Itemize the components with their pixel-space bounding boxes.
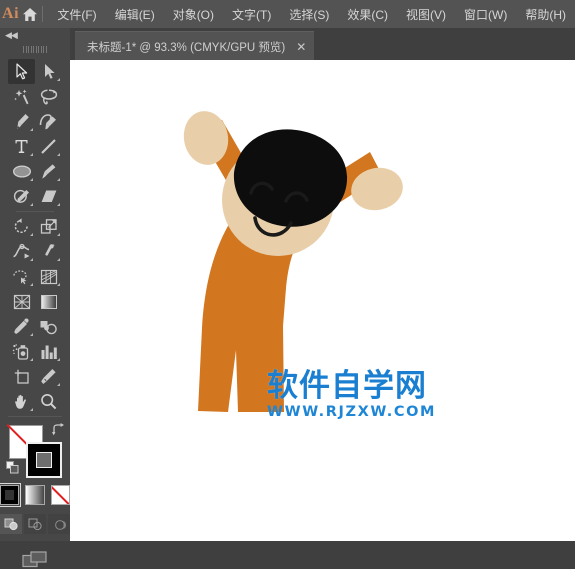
menu-file[interactable]: 文件(F) [48, 3, 105, 26]
cheering-person-illustration[interactable] [70, 60, 575, 541]
tab-strip: 未标题-1* @ 93.3% (CMYK/GPU 预览) ✕ [70, 28, 575, 61]
direct-selection-tool[interactable] [35, 59, 62, 84]
menu-window[interactable]: 窗口(W) [455, 3, 516, 26]
paintbrush-tool[interactable] [35, 159, 62, 184]
shape-builder-tool[interactable] [8, 264, 35, 289]
tool-flyout-indicator [57, 178, 60, 181]
fill-stroke-controls [0, 421, 70, 483]
tool-flyout-indicator [30, 358, 33, 361]
scale-tool[interactable] [35, 214, 62, 239]
free-transform-tool[interactable] [35, 239, 62, 264]
hand-tool[interactable] [8, 389, 35, 414]
screen-mode-button[interactable] [0, 550, 70, 569]
close-icon[interactable]: ✕ [296, 41, 306, 53]
illustrator-window: Ai 文件(F) 编辑(E) 对象(O) 文字(T) 选择(S) 效果(C) 视… [0, 0, 575, 568]
watermark-url: WWW.RJZXW.COM [267, 404, 437, 420]
curvature-tool[interactable] [35, 109, 62, 134]
color-mode-bar [0, 483, 70, 507]
document-canvas[interactable]: 软件自学网 WWW.RJZXW.COM [70, 60, 575, 541]
tools-divider-bottom [8, 416, 62, 417]
tool-flyout-indicator [30, 233, 33, 236]
blend-tool[interactable] [35, 314, 62, 339]
tool-flyout-indicator [57, 383, 60, 386]
tool-flyout-indicator [57, 233, 60, 236]
menu-view[interactable]: 视图(V) [397, 3, 455, 26]
line-segment-tool[interactable] [35, 134, 62, 159]
none-slash-icon [51, 486, 69, 504]
default-fill-stroke-icon[interactable] [6, 461, 19, 479]
gradient-tool[interactable] [35, 289, 62, 314]
tools-grid [0, 56, 70, 414]
tool-flyout-indicator [30, 283, 33, 286]
tool-flyout-indicator [57, 283, 60, 286]
swap-fill-stroke-icon[interactable] [52, 423, 65, 441]
color-mode-swatch[interactable] [0, 483, 22, 507]
collapse-panel-icon[interactable]: ◀◀ [5, 30, 18, 41]
tool-flyout-indicator [57, 358, 60, 361]
tools-panel-header: ◀◀ [0, 28, 70, 42]
menu-divider [41, 6, 43, 22]
draw-inside-button[interactable] [48, 514, 70, 534]
width-tool[interactable] [8, 239, 35, 264]
mesh-tool[interactable] [8, 289, 35, 314]
stroke-swatch[interactable] [26, 442, 62, 478]
column-graph-tool[interactable] [35, 339, 62, 364]
hair [233, 129, 348, 227]
tool-flyout-indicator [30, 203, 33, 206]
document-tab-title: 未标题-1* @ 93.3% (CMYK/GPU 预览) [87, 41, 286, 54]
shaper-tool[interactable] [8, 184, 35, 209]
tool-flyout-indicator [30, 258, 33, 261]
tab-bar: 未标题-1* @ 93.3% (CMYK/GPU 预览) ✕ [0, 28, 575, 61]
tool-flyout-indicator [57, 78, 60, 81]
menu-type[interactable]: 文字(T) [223, 3, 280, 26]
document-tab[interactable]: 未标题-1* @ 93.3% (CMYK/GPU 预览) ✕ [75, 31, 315, 61]
type-tool[interactable] [8, 134, 35, 159]
tool-flyout-indicator [57, 258, 60, 261]
menu-bar: Ai 文件(F) 编辑(E) 对象(O) 文字(T) 选择(S) 效果(C) 视… [0, 0, 575, 28]
perspective-grid-tool[interactable] [35, 264, 62, 289]
tool-flyout-indicator [30, 178, 33, 181]
tool-flyout-indicator [30, 153, 33, 156]
menu-item-list: 文件(F) 编辑(E) 对象(O) 文字(T) 选择(S) 效果(C) 视图(V… [48, 3, 575, 26]
watermark-title: 软件自学网 [267, 368, 427, 404]
draw-normal-button[interactable] [0, 514, 22, 534]
symbol-sprayer-tool[interactable] [8, 339, 35, 364]
tools-panel-grip[interactable] [0, 42, 70, 56]
tool-flyout-indicator [30, 408, 33, 411]
gradient-mode-swatch[interactable] [25, 485, 45, 505]
menu-select[interactable]: 选择(S) [280, 3, 338, 26]
watermark: 软件自学网 WWW.RJZXW.COM [267, 368, 437, 421]
home-icon[interactable] [21, 7, 40, 22]
menu-effect[interactable]: 效果(C) [338, 3, 397, 26]
tools-divider [16, 211, 54, 212]
ellipse-tool[interactable] [8, 159, 35, 184]
eraser-tool[interactable] [35, 184, 62, 209]
pen-tool[interactable] [8, 109, 35, 134]
lasso-tool[interactable] [35, 84, 62, 109]
eyedropper-tool[interactable] [8, 314, 35, 339]
tool-flyout-indicator [57, 203, 60, 206]
artboard-tool[interactable] [8, 364, 35, 389]
slice-tool[interactable] [35, 364, 62, 389]
menu-object[interactable]: 对象(O) [164, 3, 223, 26]
rotate-tool[interactable] [8, 214, 35, 239]
tool-flyout-indicator [57, 153, 60, 156]
menu-help[interactable]: 帮助(H) [516, 3, 575, 26]
tools-panel: ◀◀ [0, 28, 70, 568]
magic-wand-tool[interactable] [8, 84, 35, 109]
zoom-tool[interactable] [35, 389, 62, 414]
none-mode-swatch[interactable] [50, 485, 70, 505]
stroke-inner-square [36, 452, 52, 468]
draw-behind-button[interactable] [24, 514, 46, 534]
selection-tool[interactable] [8, 59, 35, 84]
draw-mode-bar [0, 514, 70, 534]
tool-flyout-indicator [30, 333, 33, 336]
app-logo: Ai [2, 5, 20, 22]
tool-flyout-indicator [30, 128, 33, 131]
menu-edit[interactable]: 编辑(E) [106, 3, 164, 26]
